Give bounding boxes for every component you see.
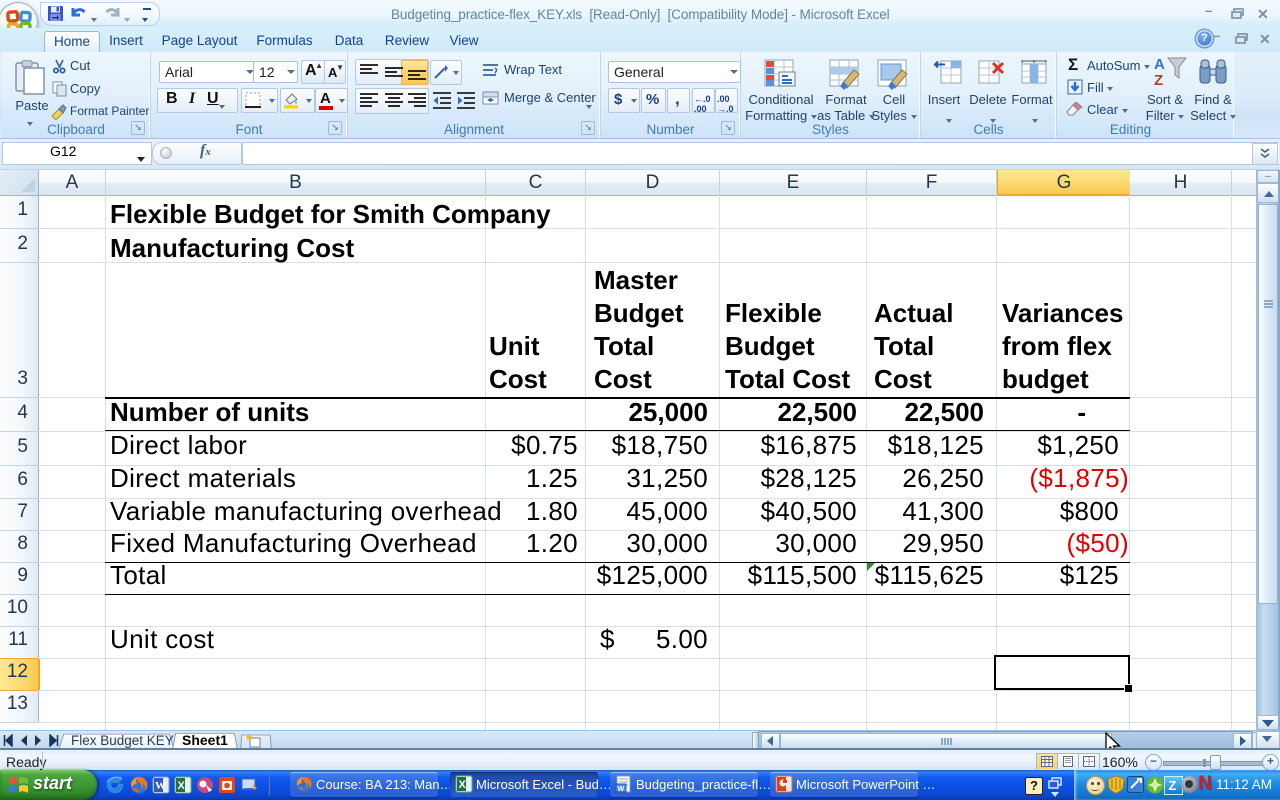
svg-text:X: X — [459, 779, 467, 791]
svg-text:X: X — [178, 780, 186, 792]
svg-text:Z: Z — [1154, 72, 1163, 88]
svg-text:W: W — [618, 786, 625, 793]
svg-text:W: W — [155, 780, 166, 792]
svg-text:A: A — [1154, 56, 1165, 73]
